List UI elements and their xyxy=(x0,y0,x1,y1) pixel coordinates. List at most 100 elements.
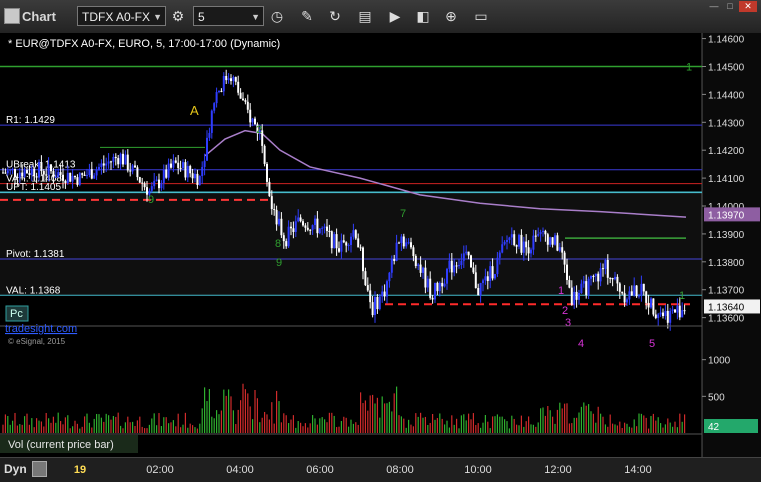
link-icon[interactable]: ⊕ xyxy=(441,6,461,26)
candle-body xyxy=(669,310,672,323)
candle-body xyxy=(515,245,518,247)
candle-body xyxy=(292,228,295,232)
candle-body xyxy=(112,156,115,162)
chevron-down-icon[interactable]: ▼ xyxy=(153,7,162,27)
candle-body xyxy=(150,186,153,191)
candle-body xyxy=(78,173,81,185)
candle-body xyxy=(494,274,496,279)
candle-body xyxy=(498,252,501,258)
interval-value: 5 xyxy=(198,10,205,24)
candle-body xyxy=(179,167,182,169)
candle-body xyxy=(287,226,290,247)
candle-body xyxy=(393,259,396,261)
pc-label: Pc xyxy=(10,308,23,320)
candle-body xyxy=(119,153,122,165)
candle-body xyxy=(158,179,160,189)
candle-body xyxy=(234,77,237,82)
chart-annotation: 1 xyxy=(558,285,564,297)
candle-body xyxy=(491,266,494,279)
candle-body xyxy=(182,162,184,169)
y-tick-label: 1.14200 xyxy=(708,146,745,157)
minimize-icon[interactable]: — xyxy=(707,1,721,12)
candle-body xyxy=(338,248,340,252)
candle-body xyxy=(309,229,312,231)
candle-body xyxy=(681,310,684,318)
refresh-icon[interactable]: ↻ xyxy=(325,6,345,26)
chart-annotation: 2 xyxy=(562,305,568,317)
candle-body xyxy=(383,291,386,297)
play-icon[interactable]: ▶ xyxy=(385,6,405,26)
candle-body xyxy=(2,172,4,174)
level-label: UPT: 1.1405 xyxy=(6,182,61,193)
green-line-label: 1 xyxy=(686,61,692,73)
candle-body xyxy=(542,230,544,233)
candle-body xyxy=(266,163,268,182)
candle-body xyxy=(513,234,516,246)
candle-body xyxy=(652,298,655,315)
candle-body xyxy=(184,162,187,178)
y-tick-label: 1.13700 xyxy=(708,286,745,297)
candle-body xyxy=(230,78,232,82)
candle-body xyxy=(479,283,482,296)
candle-body xyxy=(518,234,520,247)
candle-body xyxy=(573,291,576,305)
candle-body xyxy=(11,168,14,170)
candle-body xyxy=(431,297,434,300)
candle-body xyxy=(311,225,314,230)
candle-body xyxy=(314,218,316,226)
close-icon[interactable]: ✕ xyxy=(739,1,757,12)
candle-body xyxy=(117,158,120,165)
watermark-link[interactable]: tradesight.com xyxy=(5,323,77,335)
x-tick-label: 02:00 xyxy=(146,464,174,476)
volume-label: Vol (current price bar) xyxy=(8,439,114,451)
candle-body xyxy=(126,154,129,171)
volume-current: 42 xyxy=(708,422,720,433)
candle-body xyxy=(458,265,460,267)
candle-body xyxy=(638,295,640,297)
maximize-icon[interactable]: □ xyxy=(723,1,737,12)
candle-body xyxy=(270,196,273,210)
candle-body xyxy=(539,232,542,235)
y-tick-label: 1.14300 xyxy=(708,118,745,129)
x-tick-label: 19 xyxy=(74,464,86,476)
chart-annotation: 9 xyxy=(276,257,282,269)
settings-icon[interactable]: ⚙ xyxy=(168,6,188,26)
candle-body xyxy=(88,169,91,176)
comment-icon[interactable]: ▭ xyxy=(471,6,491,26)
candle-body xyxy=(674,309,676,313)
candle-body xyxy=(191,173,194,179)
candle-body xyxy=(268,181,271,197)
candle-body xyxy=(306,227,309,230)
candle-body xyxy=(155,179,158,181)
candle-body xyxy=(352,230,355,237)
study-icon[interactable]: ▤ xyxy=(355,6,375,26)
candle-body xyxy=(153,180,156,187)
candle-body xyxy=(90,169,93,179)
candle-body xyxy=(671,309,674,311)
candle-body xyxy=(316,218,319,234)
candle-body xyxy=(62,174,64,181)
clock-icon[interactable]: ◷ xyxy=(267,6,287,26)
candle-body xyxy=(122,153,124,165)
candle-body xyxy=(621,291,624,294)
symbol-input[interactable]: TDFX A0-FX ▼ xyxy=(77,6,166,26)
candle-body xyxy=(220,90,223,92)
interval-select[interactable]: 5 ▼ xyxy=(193,6,264,26)
candle-body xyxy=(587,278,590,296)
price-chart[interactable]: 1000500 R1: 1.1429UBreak: 1.1413VAH: 1.1… xyxy=(0,33,761,457)
candle-body xyxy=(410,242,412,248)
candle-body xyxy=(345,242,348,246)
candle-body xyxy=(429,278,432,298)
pencil-icon[interactable]: ✎ xyxy=(297,6,317,26)
candle-body xyxy=(275,209,278,225)
x-axis: 19 02:00 04:00 06:00 08:00 10:00 12:00 14:00 xyxy=(74,464,652,476)
candle-body xyxy=(400,236,403,244)
candle-body xyxy=(407,242,410,244)
chevron-down-icon[interactable]: ▼ xyxy=(251,7,260,27)
candle-body xyxy=(455,265,458,267)
candle-body xyxy=(551,237,554,245)
candle-body xyxy=(18,172,21,178)
toolbox-icon[interactable]: ◧ xyxy=(413,6,433,26)
candle-body xyxy=(102,163,105,166)
candle-body xyxy=(443,283,446,287)
